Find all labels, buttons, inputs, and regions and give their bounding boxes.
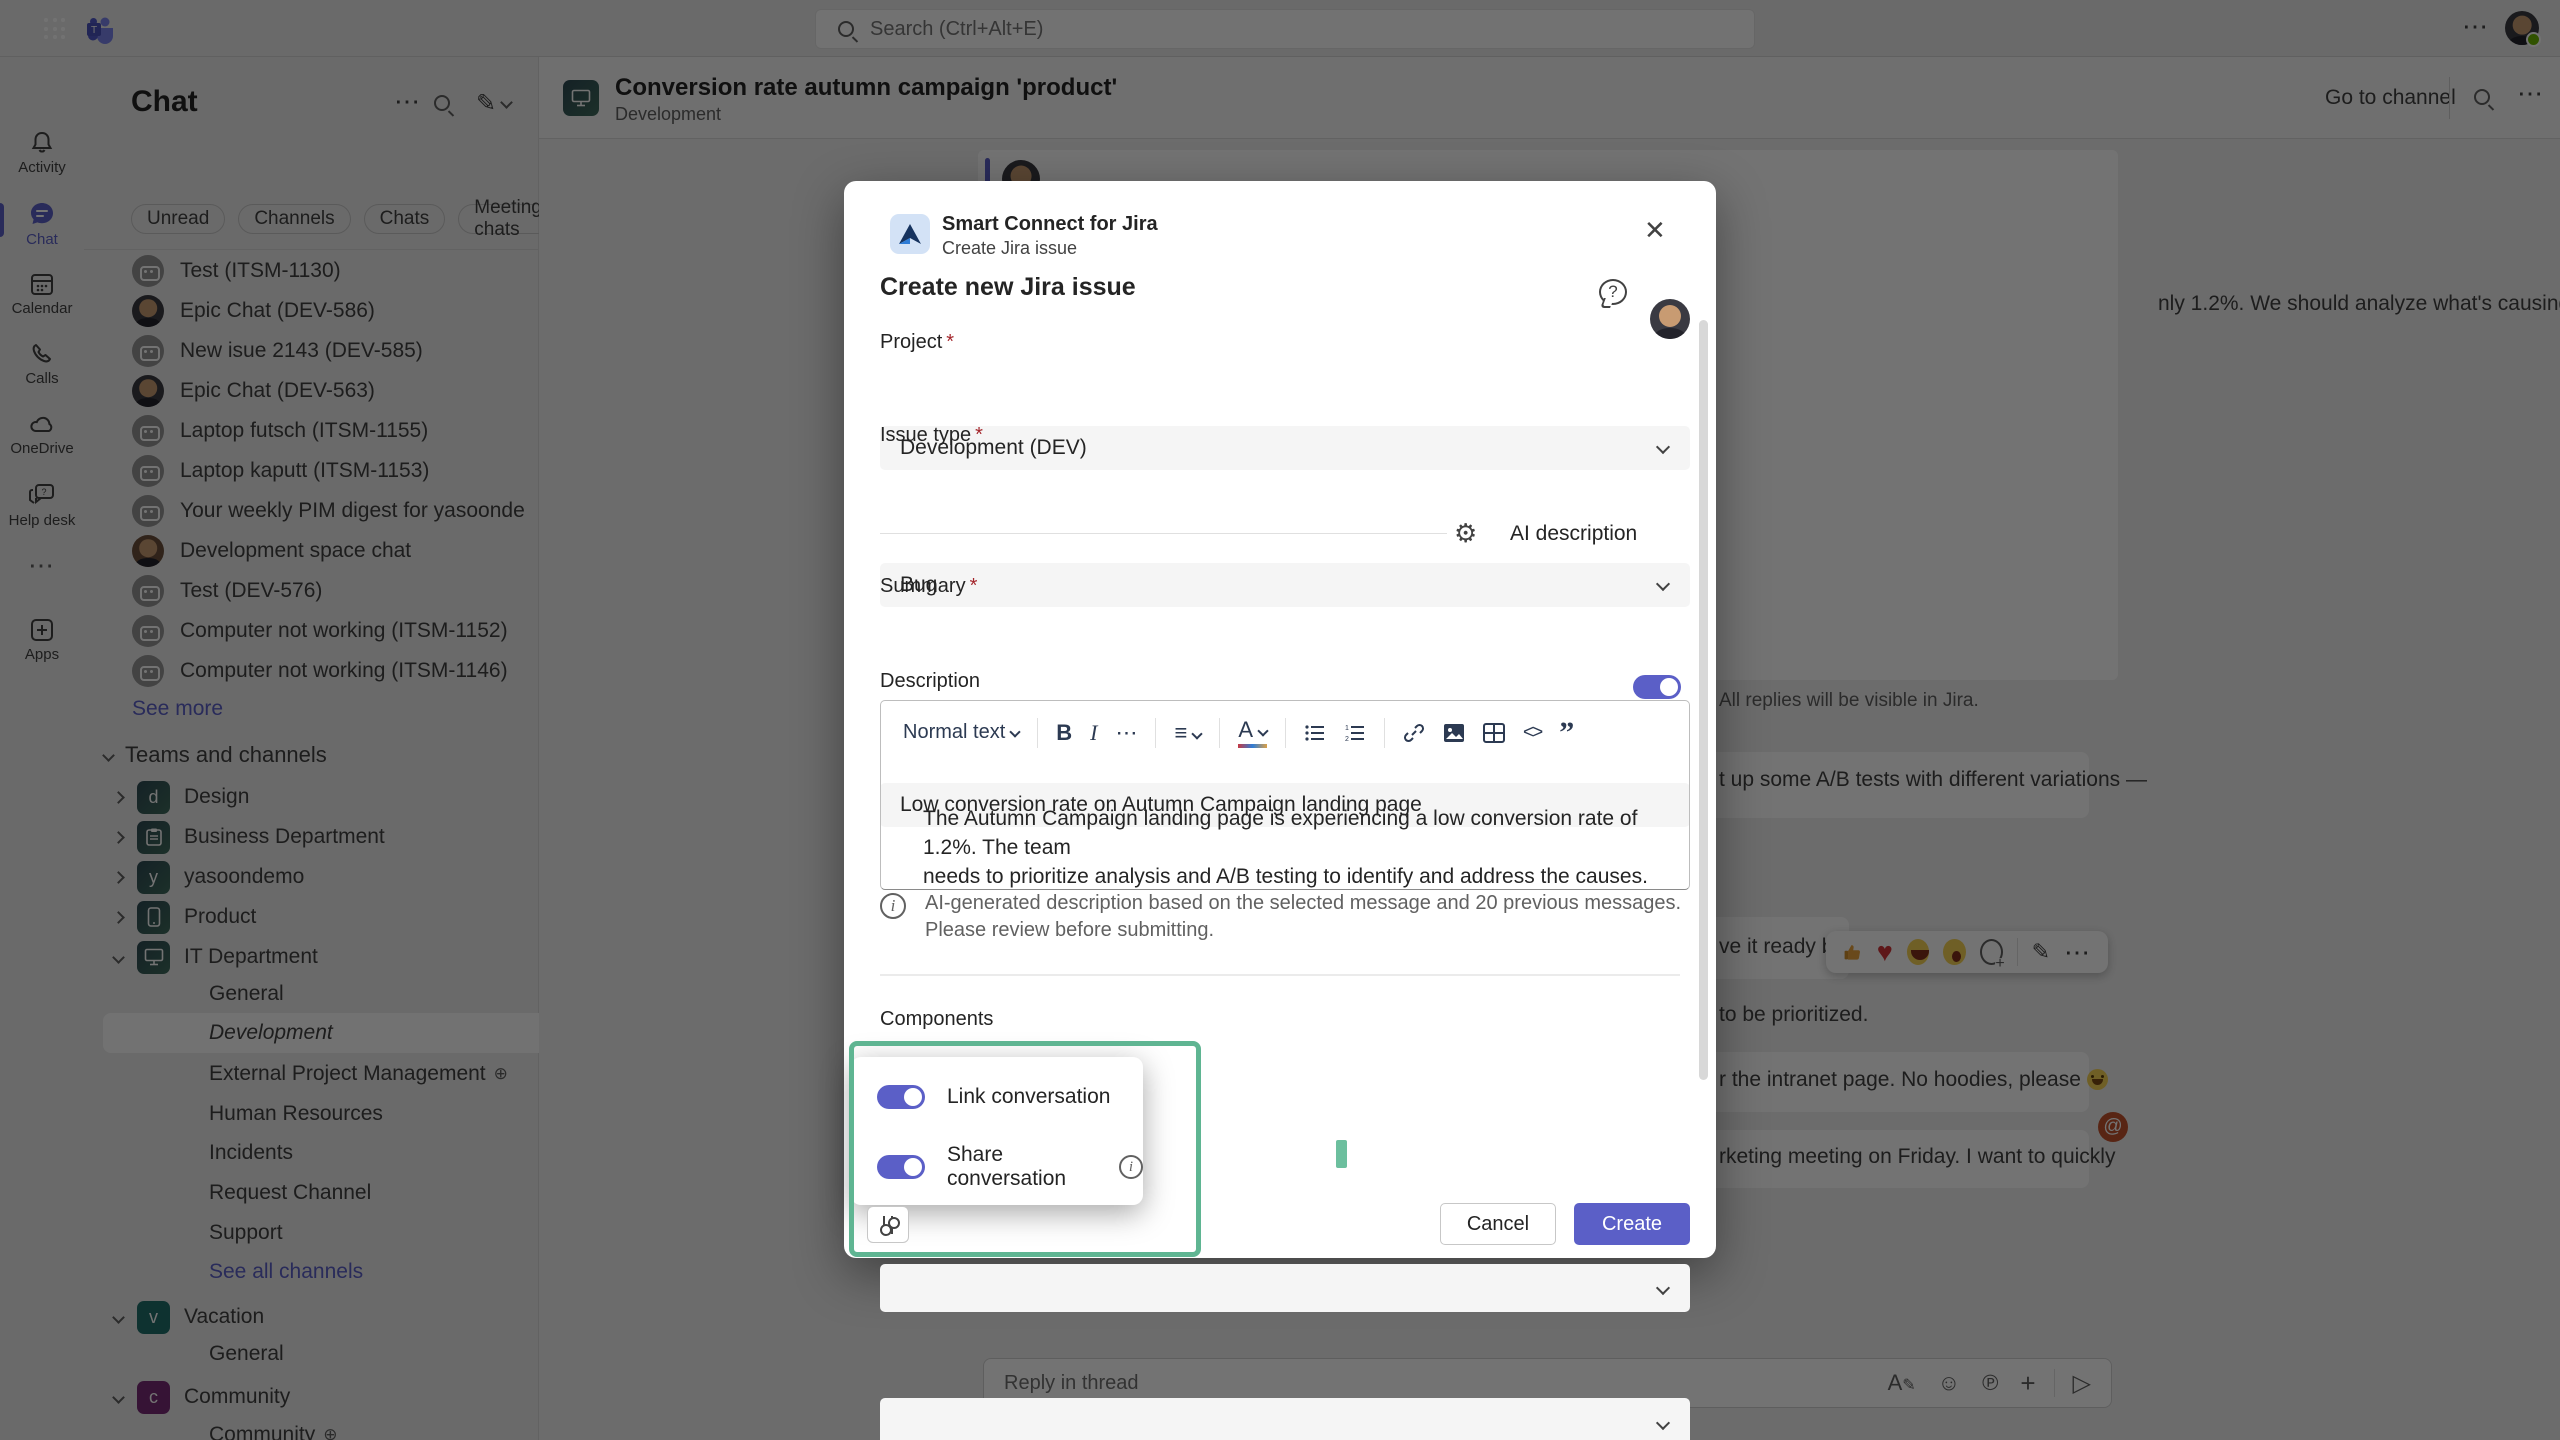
description-label: Description [880, 670, 980, 693]
labels-select[interactable] [880, 1398, 1690, 1440]
divider [1384, 718, 1385, 748]
help-bubble-icon[interactable]: ? [1599, 279, 1627, 305]
more-formatting-icon[interactable]: ⋯ [1115, 720, 1137, 746]
issue-type-label: Issue type* [880, 424, 983, 447]
create-button[interactable]: Create [1574, 1203, 1690, 1245]
editor-toolbar: Normal text B I ⋯ ≡ A 12 <> ” [881, 701, 1689, 748]
chevron-down-icon [1656, 1281, 1670, 1295]
components-label: Components [880, 1008, 993, 1031]
dialog-app-title: Smart Connect for Jira [942, 213, 1158, 236]
components-select[interactable] [880, 1264, 1690, 1312]
text-style-select[interactable]: Normal text [903, 721, 1019, 744]
annotation-highlight-box [849, 1041, 1201, 1257]
dialog-app-subtitle: Create Jira issue [942, 238, 1077, 259]
code-icon[interactable]: <> [1523, 722, 1541, 744]
gear-icon[interactable]: ⚙ [1454, 518, 1477, 549]
close-icon[interactable]: ✕ [1644, 215, 1666, 246]
numbered-list-icon[interactable]: 12 [1344, 723, 1366, 743]
description-editor[interactable]: Normal text B I ⋯ ≡ A 12 <> ” The [880, 700, 1690, 890]
reporter-avatar [1650, 299, 1690, 339]
ai-note: AI-generated description based on the se… [925, 890, 1681, 944]
divider [1155, 718, 1156, 748]
divider [880, 974, 1680, 976]
bold-icon[interactable]: B [1056, 720, 1072, 746]
chevron-down-icon [1656, 577, 1670, 591]
ai-description-toggle[interactable] [1633, 675, 1681, 699]
image-icon[interactable] [1443, 723, 1465, 743]
project-label: Project* [880, 331, 954, 354]
modal-scrollbar[interactable] [1699, 320, 1708, 1080]
chevron-down-icon [1656, 1416, 1670, 1430]
project-select[interactable]: Development (DEV) [880, 426, 1690, 470]
divider [880, 533, 1447, 534]
issue-type-select[interactable]: Bug [880, 563, 1690, 607]
summary-label: Summary* [880, 575, 977, 598]
italic-icon[interactable]: I [1090, 720, 1097, 746]
divider [1285, 718, 1286, 748]
info-icon: i [880, 893, 906, 919]
dialog-heading: Create new Jira issue [880, 273, 1136, 302]
teams-app: T ⋯ Activity Chat Calendar Calls [0, 0, 2560, 1440]
text-cursor-indicator [1336, 1140, 1347, 1168]
svg-text:2: 2 [1345, 736, 1349, 743]
table-icon[interactable] [1483, 723, 1505, 743]
link-icon[interactable] [1403, 722, 1425, 744]
text-color-icon[interactable]: A [1238, 717, 1267, 748]
svg-text:1: 1 [1345, 725, 1349, 732]
align-icon[interactable]: ≡ [1174, 720, 1201, 746]
divider [1219, 718, 1220, 748]
bullet-list-icon[interactable] [1304, 723, 1326, 743]
chevron-down-icon [1010, 726, 1021, 737]
smart-connect-app-icon [890, 214, 930, 254]
cancel-button[interactable]: Cancel [1440, 1203, 1556, 1245]
chevron-down-icon [1656, 440, 1670, 454]
quote-icon[interactable]: ” [1559, 726, 1574, 740]
divider [1037, 718, 1038, 748]
ai-description-label: AI description [1510, 522, 1637, 546]
description-text[interactable]: The Autumn Campaign landing page is expe… [881, 748, 1689, 891]
